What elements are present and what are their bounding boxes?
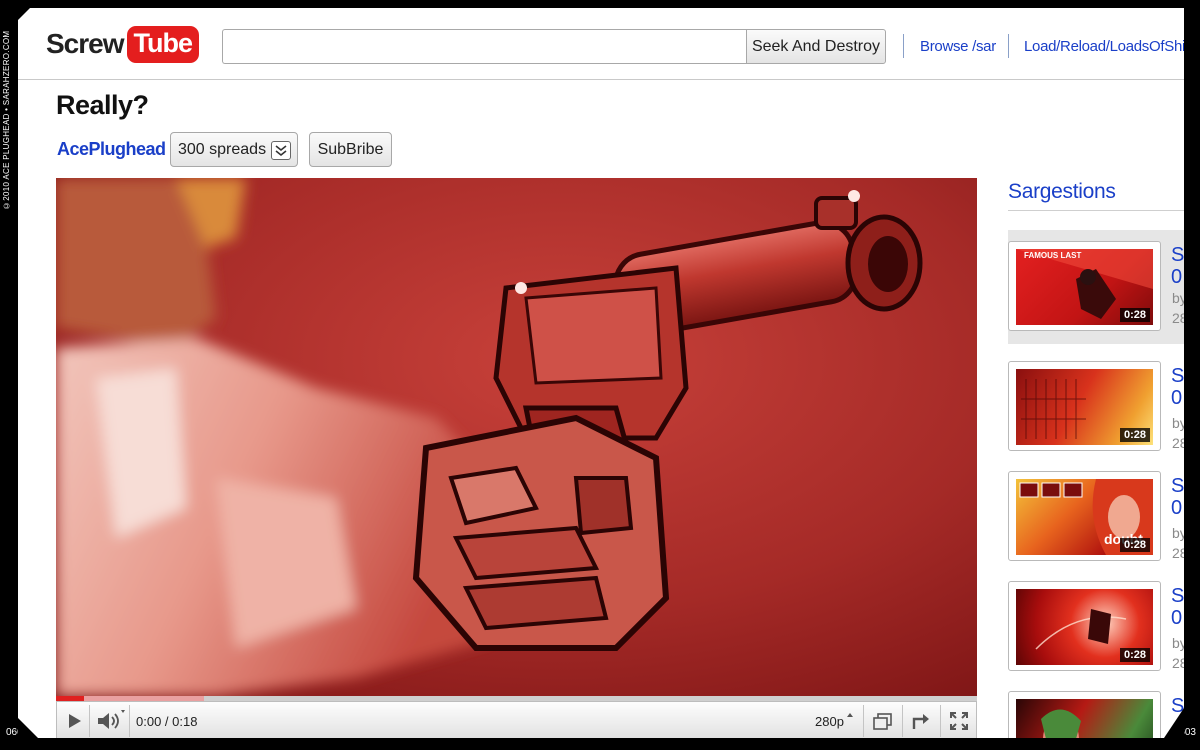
sidebar-divider — [1008, 210, 1184, 211]
thumbnail-caption: FAMOUS LAST — [1024, 251, 1082, 260]
control-divider — [129, 705, 130, 737]
play-icon[interactable] — [63, 708, 85, 734]
suggestion-meta: by 28 — [1172, 288, 1184, 328]
suggestion-author: by — [1172, 525, 1184, 541]
suggestion-title[interactable]: S 0 — [1171, 585, 1184, 629]
nav-divider — [1008, 34, 1009, 58]
suggestion-item[interactable]: FAMOUS LAST 0:28 S 0 by 28 — [1008, 230, 1184, 344]
suggestion-thumbnail[interactable]: FAMOUS LAST 0:28 — [1008, 241, 1161, 331]
suggestion-meta: by 28 — [1172, 413, 1184, 453]
suggestion-title-line: S — [1171, 365, 1184, 387]
video-title: Really? — [56, 90, 149, 120]
duration-badge: 0:28 — [1119, 648, 1150, 662]
thumbnail-image: FAMOUS LAST 0:28 — [1016, 249, 1153, 325]
nav-divider — [903, 34, 904, 58]
suggestion-title-line: S — [1171, 585, 1184, 607]
suggestion-title[interactable]: S 0 — [1171, 365, 1184, 409]
suggestions-title: Sargestions — [1008, 180, 1116, 203]
fullscreen-icon[interactable] — [945, 708, 973, 734]
search-input[interactable] — [222, 29, 748, 64]
suggestion-views: 28 — [1172, 435, 1184, 451]
channel-name-link[interactable]: AcePlughead — [57, 139, 166, 160]
suggestion-author: by — [1172, 290, 1184, 306]
screwtube-page: Screw Tube Seek And Destroy Browse /sar … — [18, 8, 1184, 738]
suggestion-meta: by 28 — [1172, 523, 1184, 563]
suggestion-thumbnail[interactable]: 0:28 — [1008, 361, 1161, 451]
screwtube-logo[interactable]: Screw Tube — [46, 23, 199, 65]
page-corner-cut — [18, 8, 30, 20]
seek-and-destroy-button[interactable]: Seek And Destroy — [746, 29, 886, 64]
suggestion-title-line: S — [1171, 475, 1184, 497]
copyright-credit: ©2010 ACE PLUGHEAD • SARAHZERO.COM — [2, 30, 11, 210]
page-corner-cut — [1164, 708, 1184, 738]
top-header: Screw Tube Seek And Destroy Browse /sar … — [18, 8, 1184, 80]
control-divider — [863, 705, 864, 737]
suggestion-thumbnail[interactable]: doubt 0:28 — [1008, 471, 1161, 561]
player-controls: 0:00 / 0:18 280p — [56, 701, 977, 738]
popout-icon[interactable] — [869, 708, 897, 734]
thumbnail-image: 0:28 — [1016, 369, 1153, 445]
suggestion-title[interactable]: S 0 — [1171, 475, 1184, 519]
time-display: 0:00 / 0:18 — [136, 714, 198, 729]
suggestion-item[interactable]: S — [1008, 691, 1184, 738]
caret-up-icon[interactable] — [845, 708, 855, 734]
double-chevron-down-icon — [271, 141, 291, 160]
spreads-dropdown-button[interactable]: 300 spreads — [170, 132, 298, 167]
suggestion-item[interactable]: 0:28 S 0 by 28 — [1008, 581, 1184, 677]
volume-icon[interactable] — [93, 708, 127, 734]
suggestion-author: by — [1172, 635, 1184, 651]
suggestion-item[interactable]: doubt 0:28 S 0 by 28 — [1008, 471, 1184, 567]
suggestion-title-line: 0 — [1171, 497, 1183, 519]
browse-link[interactable]: Browse /sar — [920, 38, 996, 55]
control-divider — [902, 705, 903, 737]
duration-badge: 0:28 — [1119, 428, 1150, 442]
share-arrow-icon[interactable] — [907, 708, 935, 734]
suggestion-views: 28 — [1172, 655, 1184, 671]
suggestion-title-line: S — [1171, 244, 1184, 266]
thumbnail-image — [1016, 699, 1153, 738]
suggestion-item[interactable]: 0:28 S 0 by 28 — [1008, 361, 1184, 457]
video-player[interactable]: 0:00 / 0:18 280p — [56, 178, 977, 738]
suggestion-thumbnail[interactable] — [1008, 691, 1161, 738]
suggestion-views: 28 — [1172, 545, 1184, 561]
duration-badge: 0:28 — [1119, 538, 1150, 552]
suggestion-thumbnail[interactable]: 0:28 — [1008, 581, 1161, 671]
video-frame[interactable] — [56, 178, 977, 696]
logo-tube-badge: Tube — [126, 25, 199, 63]
duration-badge: 0:28 — [1119, 308, 1150, 322]
suggestion-title-line: 0 — [1171, 387, 1183, 409]
suggestion-title-line: 0 — [1171, 266, 1183, 288]
thumbnail-image: doubt 0:28 — [1016, 479, 1153, 555]
suggestion-title-line: 0 — [1171, 607, 1183, 629]
suggestion-author: by — [1172, 415, 1184, 431]
quality-selector[interactable]: 280p — [815, 714, 844, 729]
revolver-illustration — [56, 178, 977, 696]
subbribe-button[interactable]: SubBribe — [309, 132, 392, 167]
load-reload-link[interactable]: Load/Reload/LoadsOfShit — [1024, 38, 1184, 55]
suggestion-meta: by 28 — [1172, 633, 1184, 673]
spreads-label: 300 spreads — [178, 140, 267, 158]
control-divider — [940, 705, 941, 737]
suggestion-views: 28 — [1172, 310, 1184, 326]
control-divider — [89, 705, 90, 737]
page-corner-cut — [18, 718, 38, 738]
logo-screw-text: Screw — [46, 28, 124, 59]
suggestion-title[interactable]: S 0 — [1171, 244, 1184, 288]
thumbnail-image: 0:28 — [1016, 589, 1153, 665]
